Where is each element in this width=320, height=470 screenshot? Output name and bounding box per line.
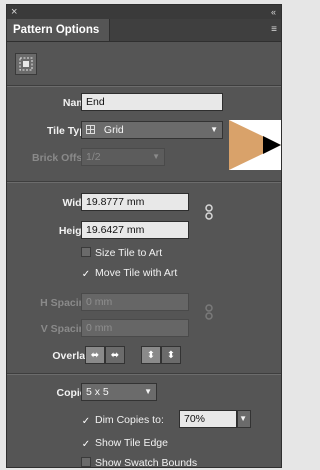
grid-icon (86, 125, 95, 134)
size-tile-to-art-checkbox[interactable]: Size Tile to Art (81, 247, 162, 259)
tile-edit-icon (19, 57, 33, 71)
panel-title-tab[interactable]: Pattern Options (7, 19, 111, 41)
brick-offset-dropdown[interactable]: 1/2 ▼ (81, 148, 165, 166)
panel-tab-row: Pattern Options ≡ (7, 19, 281, 42)
chevron-down-icon: ▼ (144, 387, 152, 396)
pattern-options-panel: × « Pattern Options ≡ Name: End Tile Typ… (6, 4, 282, 469)
height-field[interactable]: 19.6427 mm (81, 221, 189, 239)
link-icon[interactable] (203, 204, 215, 220)
bottom-in-front-icon: ⬍ (166, 349, 176, 361)
collapse-icon[interactable]: « (271, 5, 276, 19)
right-in-front-icon: ⬌ (110, 349, 120, 361)
dim-copies-label: Dim Copies to: (95, 414, 164, 426)
top-in-front-icon: ⬍ (146, 349, 156, 361)
tile-edit-tool-button[interactable] (15, 53, 37, 75)
tile-type-dropdown[interactable]: Grid ▼ (81, 121, 223, 139)
width-field[interactable]: 19.8777 mm (81, 193, 189, 211)
show-swatch-bounds-checkbox[interactable]: Show Swatch Bounds (81, 457, 197, 469)
size-tile-to-art-label: Size Tile to Art (95, 247, 163, 259)
panel-top-strip: × « (7, 5, 281, 19)
divider (7, 181, 281, 183)
name-field[interactable]: End (81, 93, 223, 111)
dim-copies-dropdown-button[interactable]: ▼ (237, 410, 251, 428)
dim-copies-checkbox[interactable]: ✓ Dim Copies to: (81, 414, 164, 427)
divider (7, 85, 281, 87)
move-tile-with-art-checkbox[interactable]: ✓ Move Tile with Art (81, 267, 177, 280)
chevron-down-icon: ▼ (210, 125, 218, 134)
chevron-down-icon: ▼ (152, 152, 160, 161)
show-tile-edge-checkbox[interactable]: ✓ Show Tile Edge (81, 437, 168, 450)
divider (7, 373, 281, 375)
preview-tile-shape (229, 120, 281, 170)
copies-dropdown[interactable]: 5 x 5 ▼ (81, 383, 157, 401)
panel-menu-icon[interactable]: ≡ (271, 24, 277, 35)
chevron-down-icon: ▼ (239, 414, 247, 423)
h-spacing-field[interactable]: 0 mm (81, 293, 189, 311)
right-in-front-button[interactable]: ⬌ (105, 346, 125, 364)
spacing-link-icon[interactable] (203, 304, 215, 320)
brick-offset-value: 1/2 (86, 151, 101, 163)
close-icon[interactable]: × (11, 5, 17, 19)
checkmark-icon: ✓ (81, 439, 91, 450)
bottom-in-front-button[interactable]: ⬍ (161, 346, 181, 364)
top-in-front-button[interactable]: ⬍ (141, 346, 161, 364)
dim-copies-field[interactable]: 70% (179, 410, 237, 428)
tile-type-value: Grid (103, 124, 124, 136)
tile-preview (229, 120, 281, 170)
v-spacing-field[interactable]: 0 mm (81, 319, 189, 337)
checkmark-icon: ✓ (81, 416, 91, 427)
show-swatch-bounds-label: Show Swatch Bounds (95, 457, 198, 469)
show-tile-edge-label: Show Tile Edge (95, 437, 168, 449)
left-in-front-icon: ⬌ (90, 349, 100, 361)
checkbox-off (81, 457, 91, 467)
checkbox-off (81, 247, 91, 257)
move-tile-with-art-label: Move Tile with Art (95, 267, 178, 279)
left-in-front-button[interactable]: ⬌ (85, 346, 105, 364)
copies-value: 5 x 5 (86, 386, 109, 398)
checkmark-icon: ✓ (81, 269, 91, 280)
